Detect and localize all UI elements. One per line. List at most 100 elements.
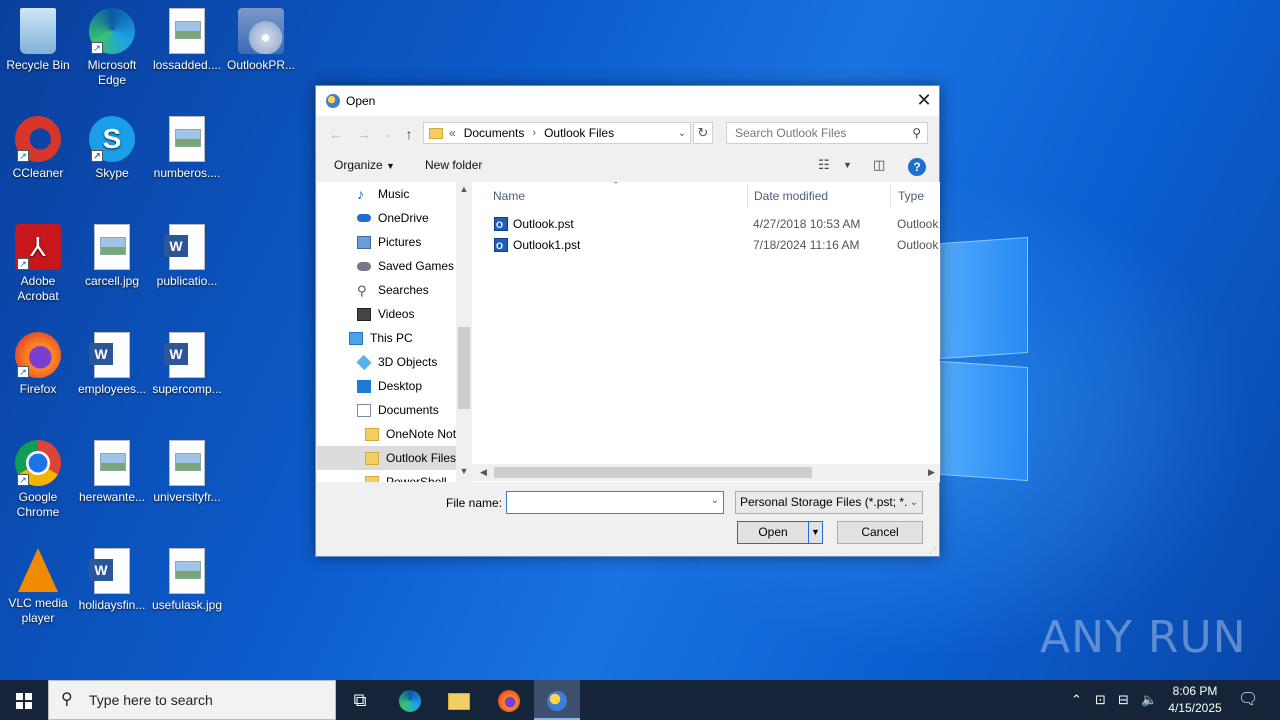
chevron-down-icon[interactable]: ⌄: [674, 128, 690, 139]
desktop-icon-lossadded[interactable]: lossadded....: [149, 8, 225, 73]
outlook-data-file-icon: [494, 215, 508, 236]
nav-item-onedrive[interactable]: OneDrive: [357, 206, 429, 230]
open-button[interactable]: Open ▼: [737, 521, 823, 544]
task-view-icon[interactable]: ⧉: [337, 680, 383, 720]
desktop-icon-holidaysfin[interactable]: W holidaysfin...: [74, 548, 150, 613]
desktop-icon-recycle-bin[interactable]: Recycle Bin: [0, 8, 76, 73]
forward-arrow-icon[interactable]: →: [354, 124, 374, 144]
nav-item-desktop[interactable]: Desktop: [357, 374, 422, 398]
column-header-date[interactable]: Date modified: [754, 182, 828, 210]
scrollbar-thumb[interactable]: [494, 467, 812, 478]
wallpaper-windows-logo: [940, 236, 1030, 482]
scroll-left-arrow-icon[interactable]: ◀: [480, 464, 487, 481]
taskbar-search-box[interactable]: ⚲ Type here to search: [48, 680, 336, 720]
taskbar-outlook-dialog-icon[interactable]: [534, 680, 580, 720]
desktop-icon-universityfr[interactable]: universityfr...: [149, 440, 225, 505]
file-name-combobox[interactable]: ⌄: [506, 491, 724, 514]
desktop-icon-herewante[interactable]: herewante...: [74, 440, 150, 505]
nav-item-documents[interactable]: Documents: [357, 398, 439, 422]
desktop-icon-carcell[interactable]: carcell.jpg: [74, 224, 150, 289]
taskbar-file-explorer-icon[interactable]: [436, 680, 482, 720]
breadcrumb-documents[interactable]: Documents: [464, 126, 525, 140]
file-name-input[interactable]: [507, 492, 697, 513]
preview-pane-icon[interactable]: ◫: [873, 157, 885, 173]
column-header-type[interactable]: Type: [898, 182, 924, 210]
column-header-name[interactable]: Name: [493, 182, 525, 210]
ccleaner-icon: ↗: [15, 116, 61, 162]
nav-item-powershell[interactable]: PowerShell: [365, 470, 447, 482]
start-button[interactable]: [0, 680, 48, 720]
nav-vertical-scrollbar[interactable]: ▲ ▼: [456, 182, 472, 482]
desktop-icon-numberos[interactable]: numberos....: [149, 116, 225, 181]
taskbar-firefox-icon[interactable]: [486, 680, 532, 720]
desktop-icon-skype[interactable]: S ↗ Skype: [74, 116, 150, 181]
nav-item-videos[interactable]: Videos: [357, 302, 414, 326]
search-input[interactable]: Search Outlook Files ⚲: [726, 122, 928, 144]
nav-item-saved-games[interactable]: Saved Games: [357, 254, 454, 278]
nav-item-searches[interactable]: ⚲ Searches: [357, 278, 429, 302]
address-overflow[interactable]: «: [449, 126, 456, 140]
back-arrow-icon[interactable]: ←: [326, 124, 346, 144]
desktop-icon-vlc[interactable]: VLC media player: [0, 548, 76, 626]
nav-item-music[interactable]: ♪ Music: [357, 182, 409, 206]
tray-chevron-up-icon[interactable]: ⌃: [1071, 680, 1082, 720]
new-folder-button[interactable]: New folder: [425, 158, 482, 172]
windows-logo-icon: [16, 693, 32, 709]
resize-grip-icon[interactable]: ⋰: [929, 546, 937, 555]
anyrun-watermark: ANY RUN: [1040, 612, 1247, 663]
taskbar-edge-icon[interactable]: [387, 680, 433, 720]
organize-button[interactable]: Organize ▼: [334, 158, 395, 172]
volume-icon[interactable]: 🔈: [1141, 680, 1157, 720]
view-dropdown-icon[interactable]: ▼: [843, 160, 852, 170]
refresh-icon[interactable]: ↻: [693, 122, 713, 144]
scrollbar-thumb[interactable]: [458, 327, 470, 409]
address-bar[interactable]: « Documents › Outlook Files ⌄: [423, 122, 691, 144]
nav-item-onenote[interactable]: OneNote Not: [365, 422, 456, 446]
navigation-pane: ♪ Music OneDrive Pictures Saved Games ⚲ Se…: [317, 182, 471, 482]
breadcrumb-outlook-files[interactable]: Outlook Files: [544, 126, 614, 140]
desktop-icon-ccleaner[interactable]: ↗ CCleaner: [0, 116, 76, 181]
nav-item-3d-objects[interactable]: 3D Objects: [356, 350, 437, 374]
desktop-icon-employees[interactable]: W employees...: [74, 332, 150, 397]
desktop-icon-chrome[interactable]: ↗ Google Chrome: [0, 440, 76, 520]
desktop-icon-supercomp[interactable]: W supercomp...: [149, 332, 225, 397]
cloud-icon: [357, 214, 371, 222]
desktop-icon-usefulask[interactable]: usefulask.jpg: [149, 548, 225, 613]
up-arrow-icon[interactable]: ↑: [399, 124, 419, 144]
desktop-icon: [357, 379, 371, 393]
scroll-right-arrow-icon[interactable]: ▶: [928, 464, 935, 481]
dialog-titlebar[interactable]: Open ✕: [316, 86, 939, 116]
video-icon: [357, 307, 371, 321]
search-placeholder: Search Outlook Files: [735, 126, 847, 140]
scroll-down-arrow-icon[interactable]: ▼: [456, 466, 472, 476]
desktop-icon-outlookpr[interactable]: OutlookPR...: [223, 8, 299, 73]
installer-disc-icon: [238, 8, 284, 54]
file-type-select[interactable]: Personal Storage Files (*.pst; *.c ⌄: [735, 491, 923, 514]
column-divider[interactable]: [890, 184, 891, 208]
open-options-dropdown-icon[interactable]: ▼: [808, 522, 822, 543]
column-divider[interactable]: [747, 184, 748, 208]
recent-chevron-down-icon[interactable]: ⌄: [378, 124, 398, 144]
desktop-icon-firefox[interactable]: ↗ Firefox: [0, 332, 76, 397]
file-row[interactable]: Outlook.pst 4/27/2018 10:53 AM Outlook: [492, 214, 940, 236]
close-icon[interactable]: ✕: [909, 86, 939, 116]
nav-item-pictures[interactable]: Pictures: [357, 230, 421, 254]
help-icon[interactable]: ?: [908, 158, 926, 176]
nav-item-this-pc[interactable]: This PC: [349, 326, 413, 350]
vlc-cone-icon: [18, 548, 58, 592]
network-icon[interactable]: ⊟: [1118, 680, 1129, 720]
system-clock[interactable]: 8:06 PM 4/15/2025: [1160, 683, 1230, 717]
notifications-icon[interactable]: 🗨: [1238, 680, 1258, 720]
cancel-button[interactable]: Cancel: [837, 521, 923, 544]
tray-device-icon[interactable]: ⊡: [1095, 680, 1106, 720]
nav-item-outlook-files[interactable]: Outlook Files: [317, 446, 471, 470]
chevron-down-icon[interactable]: ⌄: [711, 495, 719, 506]
file-list-pane: Name ⌃ Date modified Type Outlook.pst 4/…: [472, 182, 940, 482]
file-horizontal-scrollbar[interactable]: ◀ ▶: [472, 464, 940, 481]
desktop-icon-publicatio[interactable]: W publicatio...: [149, 224, 225, 289]
desktop-icon-edge[interactable]: ↗ Microsoft Edge: [74, 8, 150, 88]
desktop-icon-acrobat[interactable]: ⅄ ↗ Adobe Acrobat: [0, 224, 76, 304]
view-options-icon[interactable]: ☷: [818, 157, 830, 173]
scroll-up-arrow-icon[interactable]: ▲: [456, 184, 472, 194]
file-row[interactable]: Outlook1.pst 7/18/2024 11:16 AM Outlook: [492, 235, 940, 257]
